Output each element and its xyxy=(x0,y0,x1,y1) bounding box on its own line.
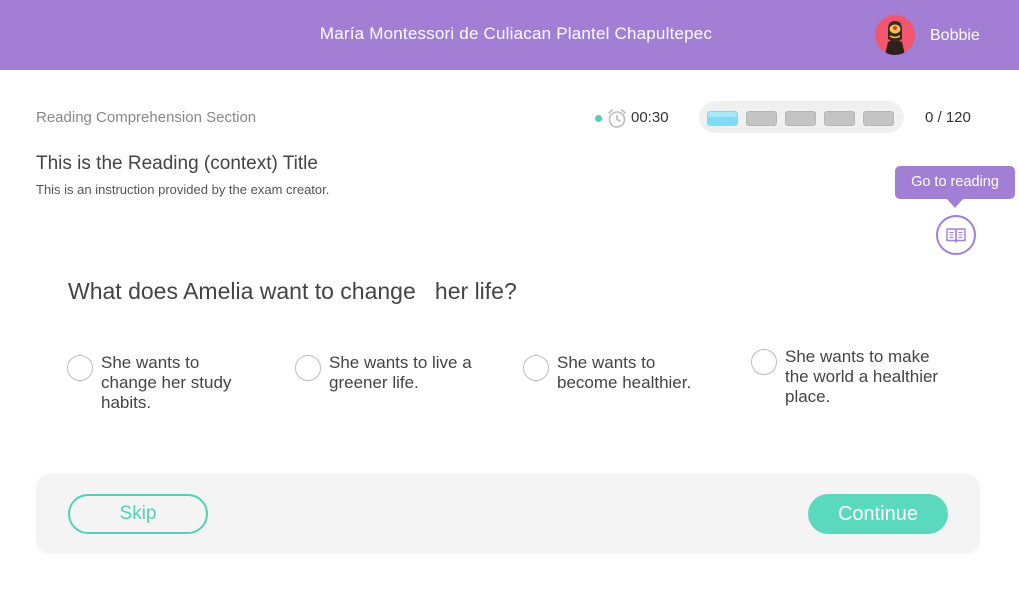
answer-option[interactable]: She wants to become healthier. xyxy=(523,353,713,393)
progress-segment xyxy=(746,111,777,126)
school-name: María Montessori de Culiacan Plantel Cha… xyxy=(319,24,713,43)
radio-button[interactable] xyxy=(67,355,93,381)
continue-button[interactable]: Continue xyxy=(808,494,948,534)
exam-instruction: This is an instruction provided by the e… xyxy=(36,182,330,197)
progress-segment xyxy=(785,111,816,126)
answer-option-label: She wants to make the world a healthier … xyxy=(785,347,939,406)
radio-button[interactable] xyxy=(751,349,777,375)
answer-option[interactable]: She wants to change her study habits. xyxy=(67,353,252,413)
question-text: What does Amelia want to change her life… xyxy=(68,278,517,304)
go-to-reading-tooltip: Go to reading xyxy=(895,166,1015,208)
top-bar: María Montessori de Culiacan Plantel Cha… xyxy=(0,0,1019,70)
cartoon-avatar-icon[interactable] xyxy=(875,15,915,55)
progress-segment xyxy=(707,111,738,126)
skip-button[interactable]: Skip xyxy=(68,494,208,534)
timer-status-dot xyxy=(595,115,602,122)
go-to-reading-button[interactable] xyxy=(936,215,976,255)
answer-option[interactable]: She wants to make the world a healthier … xyxy=(751,347,951,407)
open-book-icon xyxy=(946,228,966,243)
reading-title: This is the Reading (context) Title xyxy=(36,153,318,174)
question-counter: 0 / 120 xyxy=(925,109,971,126)
answer-option[interactable]: She wants to live a greener life. xyxy=(295,353,490,393)
alarm-clock-icon xyxy=(606,107,628,129)
answer-option-label: She wants to change her study habits. xyxy=(101,353,232,412)
progress-bar xyxy=(699,101,904,133)
answer-option-label: She wants to become healthier. xyxy=(557,353,692,392)
radio-button[interactable] xyxy=(523,355,549,381)
progress-segment xyxy=(824,111,855,126)
username[interactable]: Bobbie xyxy=(930,27,980,45)
radio-button[interactable] xyxy=(295,355,321,381)
section-label: Reading Comprehension Section xyxy=(36,109,257,126)
timer: 00:30 xyxy=(631,109,669,126)
progress-segment xyxy=(863,111,894,126)
answer-option-label: She wants to live a greener life. xyxy=(329,353,472,392)
